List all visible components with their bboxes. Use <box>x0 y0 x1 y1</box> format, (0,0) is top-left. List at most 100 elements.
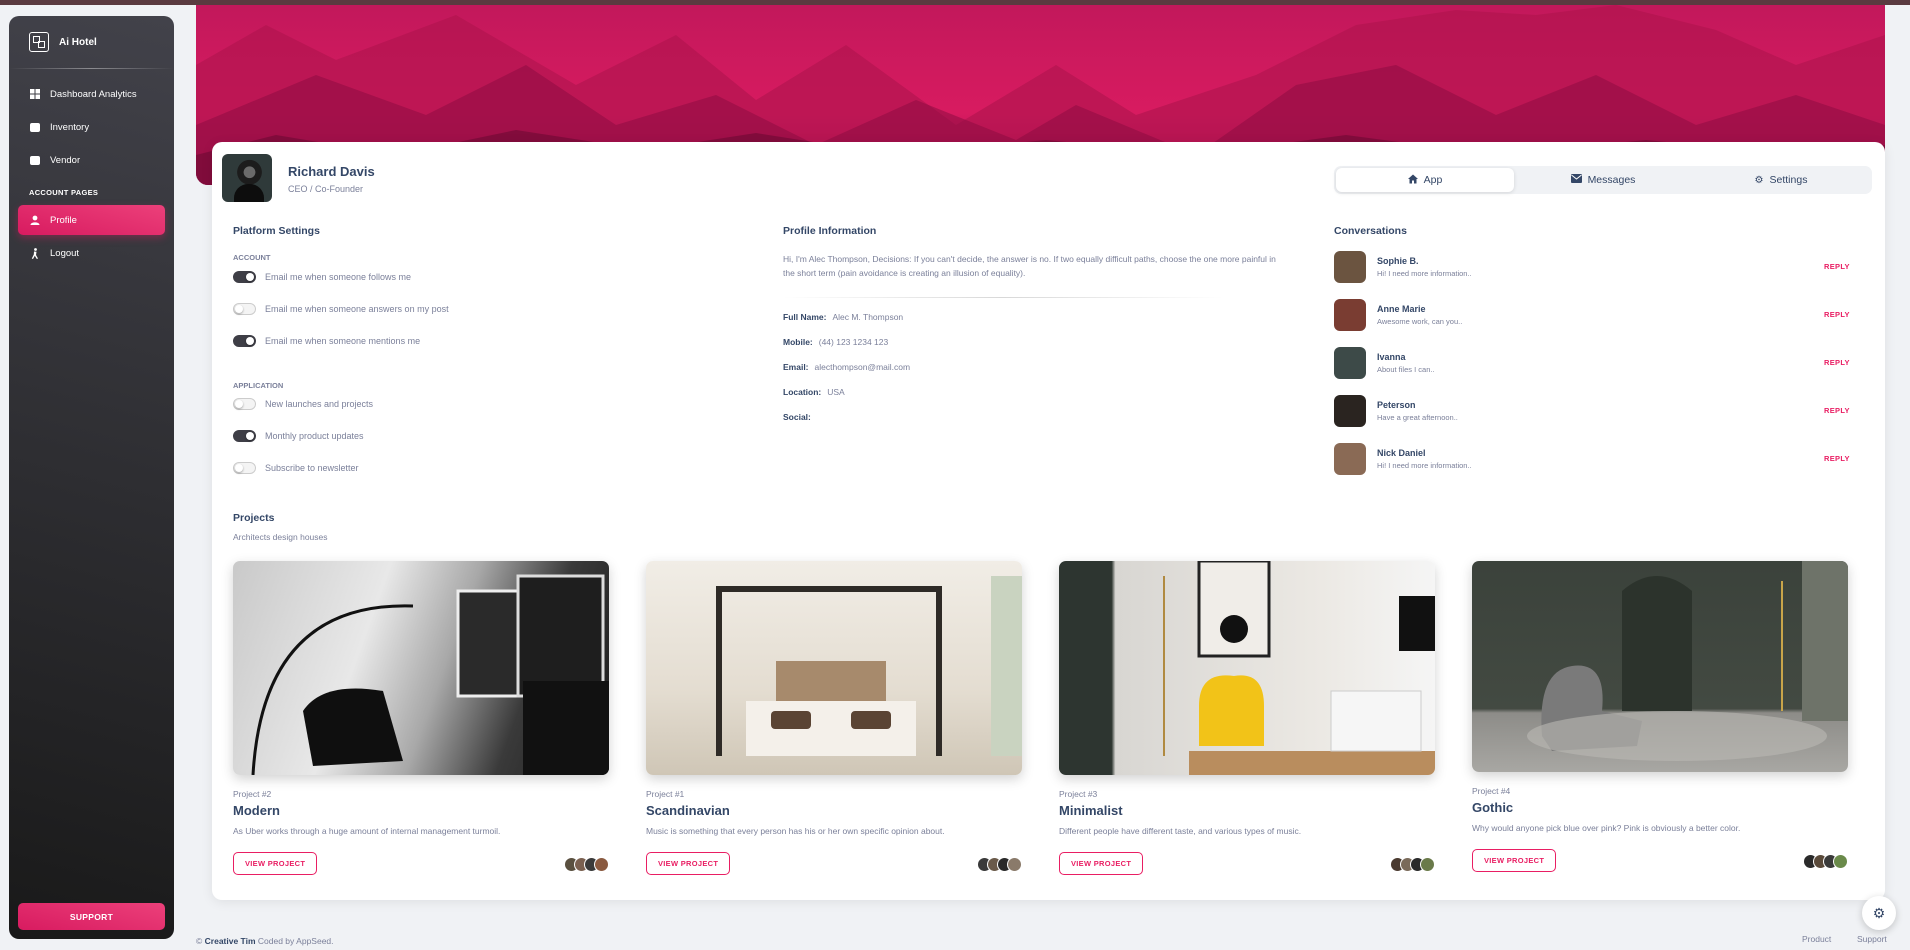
toggle-switch[interactable] <box>233 303 256 315</box>
gear-icon: ⚙ <box>1872 904 1886 921</box>
project-card: Project #2 Modern As Uber works through … <box>233 561 609 876</box>
reply-button[interactable]: REPLY <box>1824 406 1850 415</box>
project-image[interactable] <box>233 561 609 775</box>
application-group-label: APPLICATION <box>233 381 284 390</box>
conversation-name: Nick Daniel <box>1377 448 1426 458</box>
info-social: Social: <box>783 412 811 422</box>
view-project-button[interactable]: VIEW PROJECT <box>233 852 318 875</box>
avatar <box>1420 857 1435 872</box>
sidebar-item-label: Inventory <box>50 121 90 133</box>
reply-button[interactable]: REPLY <box>1824 454 1850 463</box>
project-description: Different people have different taste, a… <box>1059 826 1302 836</box>
person-icon <box>29 215 40 226</box>
sidebar-item-dashboard-analytics[interactable]: Dashboard Analytics <box>18 79 165 109</box>
project-name: Minimalist <box>1059 803 1123 818</box>
conversation-name: Anne Marie <box>1377 304 1426 314</box>
support-button[interactable]: SUPPORT <box>18 903 165 930</box>
tab-label: Messages <box>1587 174 1636 186</box>
sidebar-item-label: Logout <box>50 247 80 259</box>
conversation-item: Ivanna About files I can.. REPLY <box>1334 347 1854 381</box>
avatar <box>222 154 272 202</box>
projects-title: Projects <box>233 512 275 524</box>
toggle-switch[interactable] <box>233 398 256 410</box>
profile-tabs: App Messages ⚙ Settings <box>1334 166 1872 194</box>
project-description: Why would anyone pick blue over pink? Pi… <box>1472 823 1741 833</box>
project-image[interactable] <box>646 561 1022 775</box>
avatar <box>594 857 609 872</box>
logo-icon <box>29 32 49 52</box>
avatar <box>1334 443 1366 475</box>
toggle-switch[interactable] <box>233 430 256 442</box>
sidebar-item-profile[interactable]: Profile <box>18 205 165 235</box>
tab-settings[interactable]: ⚙ Settings <box>1692 168 1870 192</box>
view-project-button[interactable]: VIEW PROJECT <box>1059 852 1144 875</box>
tab-messages[interactable]: Messages <box>1514 168 1692 192</box>
setting-mentions[interactable]: Email me when someone mentions me <box>233 335 420 347</box>
sidebar-item-inventory[interactable]: Inventory <box>18 112 165 142</box>
reply-button[interactable]: REPLY <box>1824 358 1850 367</box>
project-image[interactable] <box>1059 561 1435 775</box>
footer-brand-link[interactable]: Creative Tim <box>205 936 256 946</box>
user-name: Richard Davis <box>288 164 375 179</box>
project-description: As Uber works through a huge amount of i… <box>233 826 501 836</box>
project-label: Project #3 <box>1059 789 1098 799</box>
setting-follows[interactable]: Email me when someone follows me <box>233 271 411 283</box>
project-name: Modern <box>233 803 280 818</box>
project-description: Music is something that every person has… <box>646 826 945 836</box>
info-divider <box>783 297 1223 298</box>
conversation-item: Peterson Have a great afternoon.. REPLY <box>1334 395 1854 429</box>
project-label: Project #4 <box>1472 786 1511 796</box>
sidebar-item-label: Vendor <box>50 154 81 166</box>
footer-link-product[interactable]: Product <box>1802 934 1831 944</box>
conversation-message: Hi! I need more information.. <box>1377 461 1472 470</box>
home-icon <box>1407 174 1418 187</box>
view-project-button[interactable]: VIEW PROJECT <box>646 852 731 875</box>
account-group-label: ACCOUNT <box>233 253 271 262</box>
project-card: Project #3 Minimalist Different people h… <box>1059 561 1435 876</box>
sidebar-divider <box>9 68 174 69</box>
reply-button[interactable]: REPLY <box>1824 262 1850 271</box>
conversation-item: Anne Marie Awesome work, can you.. REPLY <box>1334 299 1854 333</box>
project-image[interactable] <box>1472 561 1848 772</box>
avatar <box>1334 299 1366 331</box>
profile-card: Richard Davis CEO / Co-Founder App Messa… <box>212 142 1885 900</box>
reply-button[interactable]: REPLY <box>1824 310 1850 319</box>
projects-subtitle: Architects design houses <box>233 532 328 542</box>
project-label: Project #1 <box>646 789 685 799</box>
setting-label: Monthly product updates <box>265 431 364 441</box>
conversation-name: Peterson <box>1377 400 1416 410</box>
setting-label: Subscribe to newsletter <box>265 463 359 473</box>
gear-icon: ⚙ <box>1754 174 1764 186</box>
avatar <box>1833 854 1848 869</box>
brand-name: Ai Hotel <box>59 36 97 48</box>
info-location: Location: USA <box>783 387 845 397</box>
team-avatars <box>977 857 1022 872</box>
configurator-button[interactable]: ⚙ <box>1862 896 1896 930</box>
brand[interactable]: Ai Hotel <box>9 16 174 68</box>
setting-label: Email me when someone follows me <box>265 272 412 282</box>
project-card: Project #1 Scandinavian Music is somethi… <box>646 561 1022 876</box>
project-label: Project #2 <box>233 789 272 799</box>
setting-monthly-updates[interactable]: Monthly product updates <box>233 430 364 442</box>
box-icon <box>29 122 40 133</box>
toggle-switch[interactable] <box>233 335 256 347</box>
toggle-switch[interactable] <box>233 271 256 283</box>
footer-link-support[interactable]: Support <box>1857 934 1887 944</box>
toggle-switch[interactable] <box>233 462 256 474</box>
sidebar: Ai Hotel Dashboard Analytics Inventory V… <box>9 16 174 939</box>
project-card: Project #4 Gothic Why would anyone pick … <box>1472 561 1848 873</box>
sidebar-item-logout[interactable]: Logout <box>18 238 165 268</box>
conversation-message: Hi! I need more information.. <box>1377 269 1472 278</box>
tab-label: App <box>1423 174 1443 186</box>
setting-new-launches[interactable]: New launches and projects <box>233 398 373 410</box>
tab-app[interactable]: App <box>1336 168 1514 192</box>
sidebar-item-label: Profile <box>50 214 77 226</box>
setting-newsletter[interactable]: Subscribe to newsletter <box>233 462 359 474</box>
setting-answers[interactable]: Email me when someone answers on my post <box>233 303 449 315</box>
email-icon <box>1570 174 1582 186</box>
info-full-name: Full Name: Alec M. Thompson <box>783 312 904 322</box>
conversation-message: Have a great afternoon.. <box>1377 413 1458 422</box>
sidebar-section-account-pages: ACCOUNT PAGES <box>29 188 99 197</box>
sidebar-item-vendor[interactable]: Vendor <box>18 145 165 175</box>
view-project-button[interactable]: VIEW PROJECT <box>1472 849 1557 872</box>
